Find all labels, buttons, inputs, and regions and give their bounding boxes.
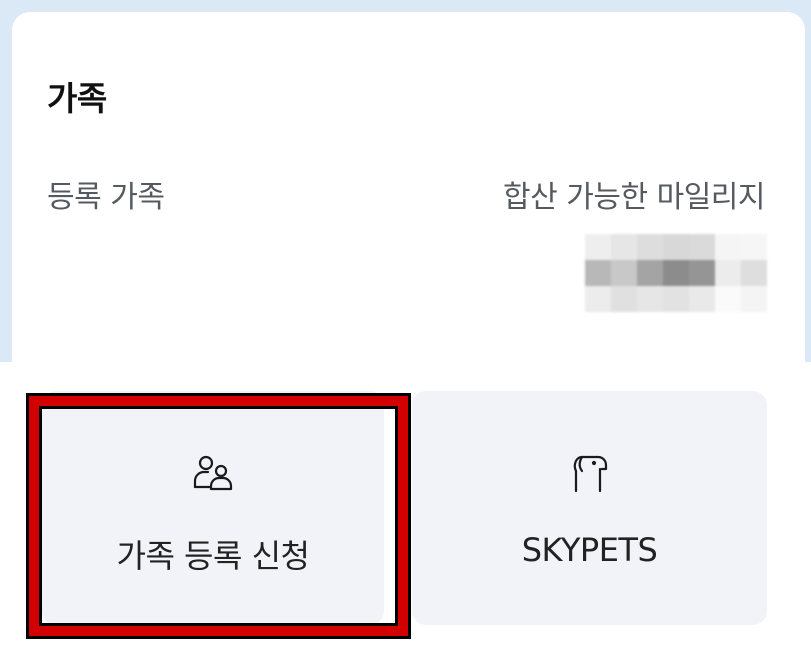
mileage-value-redacted [585,234,767,312]
family-registration-label: 가족 등록 신청 [116,537,310,575]
section-title: 가족 [47,79,107,118]
family-registration-button[interactable]: 가족 등록 신청 [42,391,384,625]
combinable-mileage-label: 합산 가능한 마일리지 [503,180,765,215]
family-users-icon [193,455,233,491]
skypets-button[interactable]: SKYPETS [412,391,767,625]
skypets-label: SKYPETS [521,531,658,569]
dog-icon [573,455,607,493]
registered-family-label: 등록 가족 [47,180,165,215]
